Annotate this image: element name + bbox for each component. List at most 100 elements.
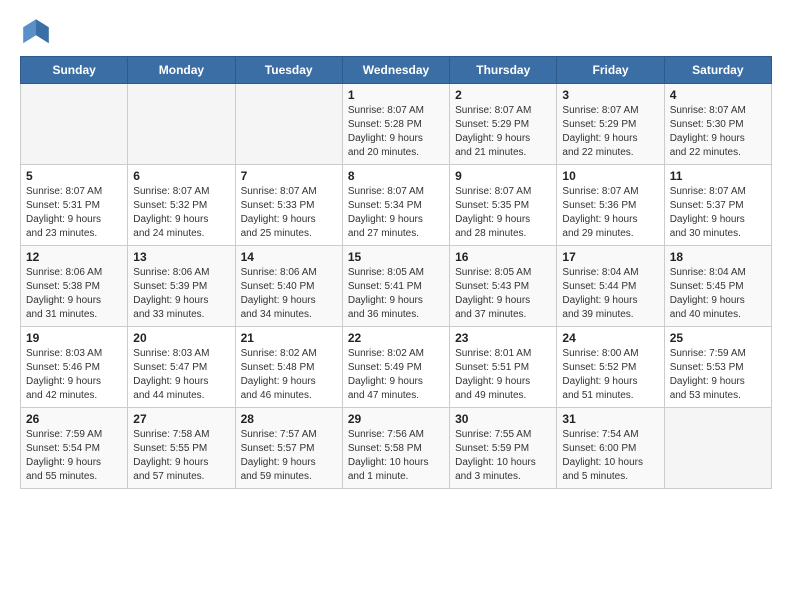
calendar-cell: 2Sunrise: 8:07 AM Sunset: 5:29 PM Daylig… (450, 84, 557, 165)
day-number: 21 (241, 331, 337, 345)
day-info: Sunrise: 8:07 AM Sunset: 5:32 PM Dayligh… (133, 185, 229, 241)
logo-icon (20, 16, 52, 48)
calendar-cell: 18Sunrise: 8:04 AM Sunset: 5:45 PM Dayli… (664, 246, 771, 327)
calendar-week-1: 5 Sunrise: 8:07 AM Sunset: 5:31 PM Daylig… (21, 165, 772, 246)
calendar-cell: 4 Sunrise: 8:07 AM Sunset: 5:30 PM Daylig… (664, 84, 771, 165)
weekday-header-row: SundayMondayTuesdayWednesdayThursdayFrid… (21, 57, 772, 84)
day-info: Sunrise: 8:07 AM Sunset: 5:30 PM Dayligh… (670, 104, 766, 160)
day-number: 27 (133, 412, 229, 426)
calendar-cell: 23 Sunrise: 8:01 AM Sunset: 5:51 PM Dayli… (450, 327, 557, 408)
calendar-cell: 25Sunrise: 7:59 AM Sunset: 5:53 PM Dayli… (664, 327, 771, 408)
calendar-cell: 20 Sunrise: 8:03 AM Sunset: 5:47 PM Dayli… (128, 327, 235, 408)
day-number: 19 (26, 331, 122, 345)
calendar-week-4: 26 Sunrise: 7:59 AM Sunset: 5:54 PM Dayli… (21, 408, 772, 489)
day-info: Sunrise: 8:04 AM Sunset: 5:44 PM Dayligh… (562, 266, 658, 322)
calendar-cell: 11 Sunrise: 8:07 AM Sunset: 5:37 PM Dayli… (664, 165, 771, 246)
header (20, 16, 772, 48)
day-info: Sunrise: 7:54 AM Sunset: 6:00 PM Dayligh… (562, 428, 658, 484)
day-number: 13 (133, 250, 229, 264)
logo (20, 16, 56, 48)
calendar-cell: 30 Sunrise: 7:55 AM Sunset: 5:59 PM Dayli… (450, 408, 557, 489)
calendar-cell: 27 Sunrise: 7:58 AM Sunset: 5:55 PM Dayli… (128, 408, 235, 489)
day-number: 28 (241, 412, 337, 426)
day-number: 11 (670, 169, 766, 183)
day-number: 1 (348, 88, 444, 102)
day-number: 15 (348, 250, 444, 264)
calendar-cell: 21 Sunrise: 8:02 AM Sunset: 5:48 PM Dayli… (235, 327, 342, 408)
day-number: 17 (562, 250, 658, 264)
day-info: Sunrise: 8:01 AM Sunset: 5:51 PM Dayligh… (455, 347, 551, 403)
day-number: 25 (670, 331, 766, 345)
calendar-cell: 6 Sunrise: 8:07 AM Sunset: 5:32 PM Daylig… (128, 165, 235, 246)
day-number: 9 (455, 169, 551, 183)
calendar-cell: 7 Sunrise: 8:07 AM Sunset: 5:33 PM Daylig… (235, 165, 342, 246)
day-number: 31 (562, 412, 658, 426)
calendar-cell: 26 Sunrise: 7:59 AM Sunset: 5:54 PM Dayli… (21, 408, 128, 489)
weekday-header-monday: Monday (128, 57, 235, 84)
weekday-header-wednesday: Wednesday (342, 57, 449, 84)
day-info: Sunrise: 8:03 AM Sunset: 5:47 PM Dayligh… (133, 347, 229, 403)
calendar-cell: 31 Sunrise: 7:54 AM Sunset: 6:00 PM Dayli… (557, 408, 664, 489)
calendar-cell: 24Sunrise: 8:00 AM Sunset: 5:52 PM Dayli… (557, 327, 664, 408)
calendar-cell: 19 Sunrise: 8:03 AM Sunset: 5:46 PM Dayli… (21, 327, 128, 408)
day-number: 10 (562, 169, 658, 183)
day-number: 26 (26, 412, 122, 426)
calendar-cell: 8 Sunrise: 8:07 AM Sunset: 5:34 PM Daylig… (342, 165, 449, 246)
calendar-week-0: 1 Sunrise: 8:07 AM Sunset: 5:28 PM Daylig… (21, 84, 772, 165)
calendar-table: SundayMondayTuesdayWednesdayThursdayFrid… (20, 56, 772, 489)
day-number: 7 (241, 169, 337, 183)
day-info: Sunrise: 7:58 AM Sunset: 5:55 PM Dayligh… (133, 428, 229, 484)
calendar-cell: 14Sunrise: 8:06 AM Sunset: 5:40 PM Dayli… (235, 246, 342, 327)
day-number: 18 (670, 250, 766, 264)
day-info: Sunrise: 8:02 AM Sunset: 5:48 PM Dayligh… (241, 347, 337, 403)
day-info: Sunrise: 8:06 AM Sunset: 5:38 PM Dayligh… (26, 266, 122, 322)
calendar-cell: 9Sunrise: 8:07 AM Sunset: 5:35 PM Daylig… (450, 165, 557, 246)
calendar-body: 1 Sunrise: 8:07 AM Sunset: 5:28 PM Daylig… (21, 84, 772, 489)
day-number: 4 (670, 88, 766, 102)
calendar-cell: 28 Sunrise: 7:57 AM Sunset: 5:57 PM Dayli… (235, 408, 342, 489)
day-number: 16 (455, 250, 551, 264)
calendar-cell: 17 Sunrise: 8:04 AM Sunset: 5:44 PM Dayli… (557, 246, 664, 327)
day-info: Sunrise: 7:57 AM Sunset: 5:57 PM Dayligh… (241, 428, 337, 484)
day-info: Sunrise: 8:07 AM Sunset: 5:28 PM Dayligh… (348, 104, 444, 160)
day-info: Sunrise: 8:06 AM Sunset: 5:39 PM Dayligh… (133, 266, 229, 322)
calendar-header: SundayMondayTuesdayWednesdayThursdayFrid… (21, 57, 772, 84)
weekday-header-thursday: Thursday (450, 57, 557, 84)
day-info: Sunrise: 8:07 AM Sunset: 5:33 PM Dayligh… (241, 185, 337, 241)
day-info: Sunrise: 8:07 AM Sunset: 5:37 PM Dayligh… (670, 185, 766, 241)
calendar-cell: 15 Sunrise: 8:05 AM Sunset: 5:41 PM Dayli… (342, 246, 449, 327)
day-number: 5 (26, 169, 122, 183)
calendar-cell: 3 Sunrise: 8:07 AM Sunset: 5:29 PM Daylig… (557, 84, 664, 165)
day-info: Sunrise: 8:07 AM Sunset: 5:36 PM Dayligh… (562, 185, 658, 241)
day-number: 6 (133, 169, 229, 183)
calendar-cell (664, 408, 771, 489)
day-number: 3 (562, 88, 658, 102)
calendar-week-3: 19 Sunrise: 8:03 AM Sunset: 5:46 PM Dayli… (21, 327, 772, 408)
day-info: Sunrise: 7:55 AM Sunset: 5:59 PM Dayligh… (455, 428, 551, 484)
day-number: 2 (455, 88, 551, 102)
calendar-cell: 29 Sunrise: 7:56 AM Sunset: 5:58 PM Dayli… (342, 408, 449, 489)
day-info: Sunrise: 8:07 AM Sunset: 5:29 PM Dayligh… (562, 104, 658, 160)
day-number: 24 (562, 331, 658, 345)
day-info: Sunrise: 8:05 AM Sunset: 5:41 PM Dayligh… (348, 266, 444, 322)
day-number: 20 (133, 331, 229, 345)
day-info: Sunrise: 8:07 AM Sunset: 5:31 PM Dayligh… (26, 185, 122, 241)
calendar-cell: 1 Sunrise: 8:07 AM Sunset: 5:28 PM Daylig… (342, 84, 449, 165)
calendar-cell (21, 84, 128, 165)
calendar-cell: 22 Sunrise: 8:02 AM Sunset: 5:49 PM Dayli… (342, 327, 449, 408)
day-info: Sunrise: 8:03 AM Sunset: 5:46 PM Dayligh… (26, 347, 122, 403)
day-info: Sunrise: 8:02 AM Sunset: 5:49 PM Dayligh… (348, 347, 444, 403)
day-info: Sunrise: 8:07 AM Sunset: 5:34 PM Dayligh… (348, 185, 444, 241)
calendar-cell (128, 84, 235, 165)
day-info: Sunrise: 7:59 AM Sunset: 5:54 PM Dayligh… (26, 428, 122, 484)
day-number: 30 (455, 412, 551, 426)
day-info: Sunrise: 7:56 AM Sunset: 5:58 PM Dayligh… (348, 428, 444, 484)
calendar-cell: 16 Sunrise: 8:05 AM Sunset: 5:43 PM Dayli… (450, 246, 557, 327)
day-number: 8 (348, 169, 444, 183)
day-info: Sunrise: 8:05 AM Sunset: 5:43 PM Dayligh… (455, 266, 551, 322)
calendar-cell: 12Sunrise: 8:06 AM Sunset: 5:38 PM Dayli… (21, 246, 128, 327)
day-number: 23 (455, 331, 551, 345)
day-number: 29 (348, 412, 444, 426)
day-number: 22 (348, 331, 444, 345)
weekday-header-tuesday: Tuesday (235, 57, 342, 84)
